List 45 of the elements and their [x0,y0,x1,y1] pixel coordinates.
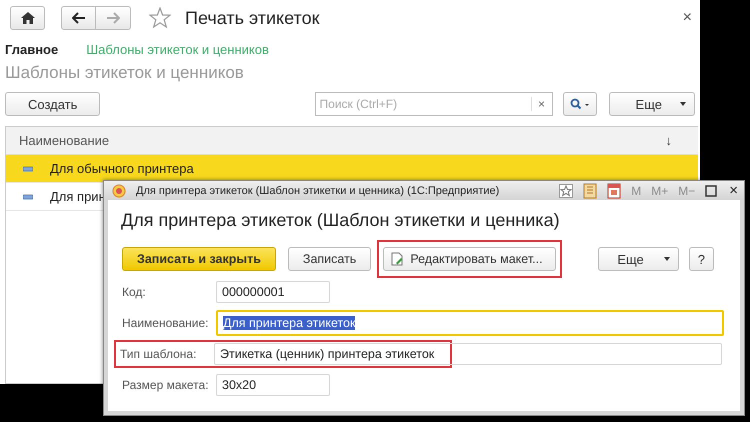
maximize-icon[interactable] [705,184,718,196]
field-label: Тип шаблона: [120,346,198,360]
search-button[interactable] [562,92,597,116]
item-icon [23,194,33,200]
sort-indicator[interactable]: ↓ [666,133,672,148]
field-label: Код: [122,284,147,298]
close-button[interactable]: × [729,182,738,199]
input-field[interactable]: 30x20 [216,374,330,396]
field-label: Размер макета: [122,378,210,392]
input-field[interactable]: 000000001 [216,280,330,302]
calendar-icon[interactable] [607,182,622,198]
page-subtitle: Шаблоны этикеток и ценников [4,62,245,83]
close-button[interactable]: × [682,9,692,27]
back-arrow-icon [72,12,86,24]
more-button[interactable]: Еще [598,247,679,271]
dialog-title: Для принтера этикеток (Шаблон этикетки и ценника) (1С:Предприятие) [136,184,500,196]
more-button[interactable]: Еще [608,92,695,116]
save-and-close-button[interactable]: Записать и закрыть [122,247,276,271]
field-label: Наименование: [122,316,210,330]
caret-icon [664,257,670,261]
back-button[interactable] [61,6,96,30]
form-heading: Для принтера этикеток (Шаблон этикетки и ценника) [120,209,561,231]
edit-document-icon [390,252,404,266]
row-name: Для обычного принтера [50,161,194,176]
app-logo-icon [112,184,126,198]
star-icon[interactable] [149,7,171,29]
edit-layout-button[interactable]: Редактировать макет... [383,247,556,271]
home-icon [20,12,34,24]
document-icon[interactable] [583,182,598,198]
column-header[interactable]: Наименование [19,133,666,148]
home-button[interactable] [10,6,45,30]
save-button[interactable]: Записать [288,247,372,271]
forward-arrow-icon [106,12,120,24]
input-field[interactable]: Для принтера этикеток [216,310,724,336]
section-link[interactable]: Главное [5,42,58,57]
clear-button[interactable]: × [530,97,552,111]
help-button[interactable]: ? [688,247,714,271]
star-icon[interactable] [559,184,574,198]
caret-icon [680,102,686,106]
search-icon [570,98,590,110]
table-row[interactable]: Для обычного принтера [6,155,698,183]
create-button[interactable]: Создать [5,92,100,116]
search-field[interactable]: Поиск (Ctrl+F) × [314,92,553,116]
item-icon [23,166,33,172]
window-title: Печать этикеток [185,8,320,28]
